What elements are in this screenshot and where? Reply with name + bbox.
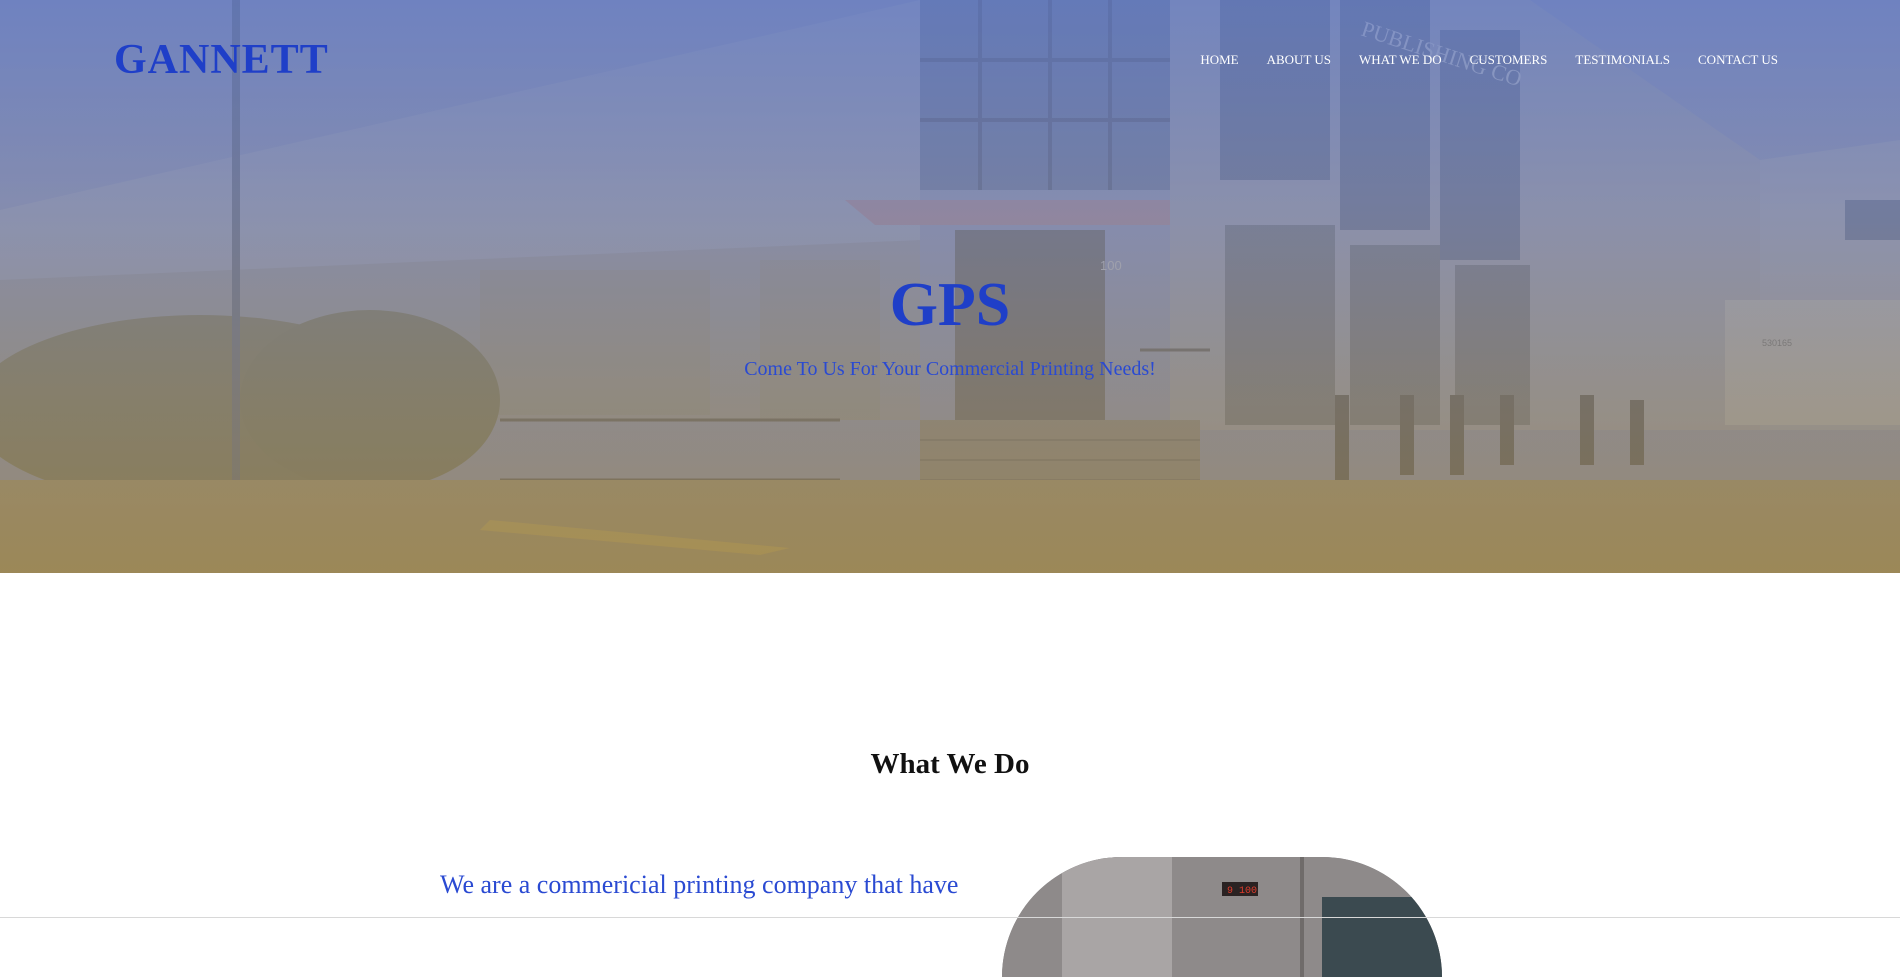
nav-customers[interactable]: CUSTOMERS: [1470, 52, 1548, 68]
section-title-what-we-do: What We Do: [870, 748, 1030, 780]
hero-banner: 530165 100 PUBLISHING CO: [0, 0, 1900, 573]
nav-about-us[interactable]: ABOUT US: [1267, 52, 1331, 68]
nav-testimonials[interactable]: TESTIMONIALS: [1575, 52, 1670, 68]
nav-contact-us[interactable]: CONTACT US: [1698, 52, 1778, 68]
nav-home[interactable]: HOME: [1200, 52, 1238, 68]
svg-text:9 100: 9 100: [1227, 886, 1257, 897]
hero-title: GPS: [889, 271, 1011, 339]
brand-logo[interactable]: GANNETT: [114, 36, 329, 84]
what-we-do-intro: We are a commericial printing company th…: [440, 870, 959, 899]
main-nav: HOME ABOUT US WHAT WE DO CUSTOMERS TESTI…: [1172, 52, 1778, 68]
hero-subtitle: Come To Us For Your Commercial Printing …: [744, 358, 1156, 380]
nav-what-we-do[interactable]: WHAT WE DO: [1359, 52, 1442, 68]
